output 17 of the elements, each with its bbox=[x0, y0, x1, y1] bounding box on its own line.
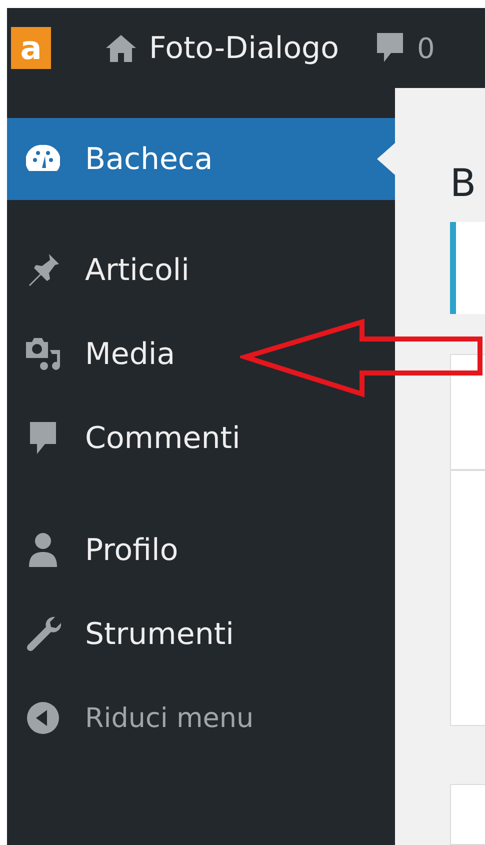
page-heading: B bbox=[450, 160, 478, 207]
sidebar-item[interactable]: Articoli bbox=[7, 228, 395, 312]
wrench-icon bbox=[25, 615, 61, 653]
collapse-menu-button[interactable]: Riduci menu bbox=[7, 676, 395, 760]
house-icon bbox=[105, 33, 137, 63]
site-name-link[interactable]: Foto-Dialogo bbox=[105, 30, 339, 66]
comments-link[interactable]: 0 bbox=[374, 31, 435, 65]
sidebar-item[interactable]: Profilo bbox=[7, 508, 395, 592]
sidebar-item[interactable]: Media bbox=[7, 312, 395, 396]
sidebar-item[interactable]: Strumenti bbox=[7, 592, 395, 676]
sidebar-item[interactable]: Commenti bbox=[7, 396, 395, 480]
sidebar-item[interactable]: Bacheca bbox=[7, 118, 395, 200]
person-icon bbox=[26, 531, 60, 569]
speech-bubble-icon bbox=[27, 420, 59, 456]
gauge-icon bbox=[26, 144, 60, 174]
camera-music-icon bbox=[24, 336, 62, 372]
dashboard-card bbox=[450, 784, 485, 845]
